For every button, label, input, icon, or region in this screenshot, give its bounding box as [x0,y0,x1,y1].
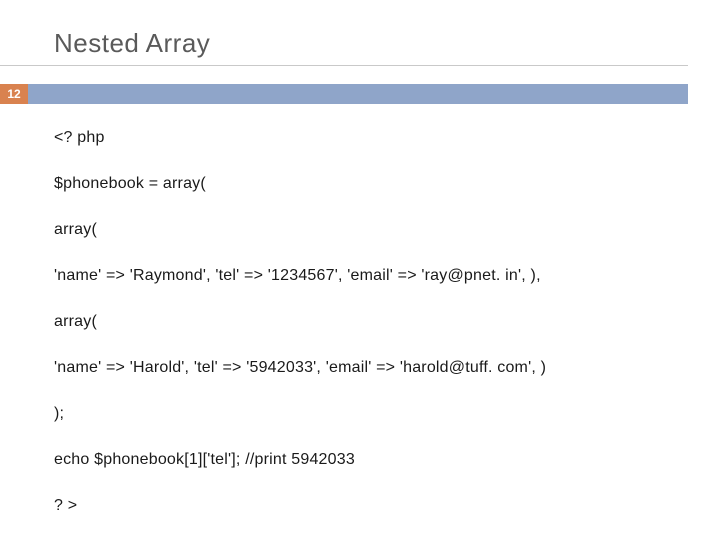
code-line: echo $phonebook[1]['tel']; //print 59420… [54,450,660,470]
code-line: array( [54,312,660,332]
code-line: 'name' => 'Harold', 'tel' => '5942033', … [54,358,660,378]
page-number-badge: 12 [0,84,28,104]
slide-title: Nested Array [0,28,688,66]
slide: Nested Array 12 <? php $phonebook = arra… [0,0,720,540]
code-line: 'name' => 'Raymond', 'tel' => '1234567',… [54,266,660,286]
code-line: $phonebook = array( [54,174,660,194]
code-line: array( [54,220,660,240]
code-line: <? php [54,128,660,148]
code-line: ? > [54,496,660,516]
code-block: <? php $phonebook = array( array( 'name'… [0,128,720,516]
header-bar: 12 [0,84,720,104]
accent-bar [28,84,688,104]
code-line: ); [54,404,660,424]
